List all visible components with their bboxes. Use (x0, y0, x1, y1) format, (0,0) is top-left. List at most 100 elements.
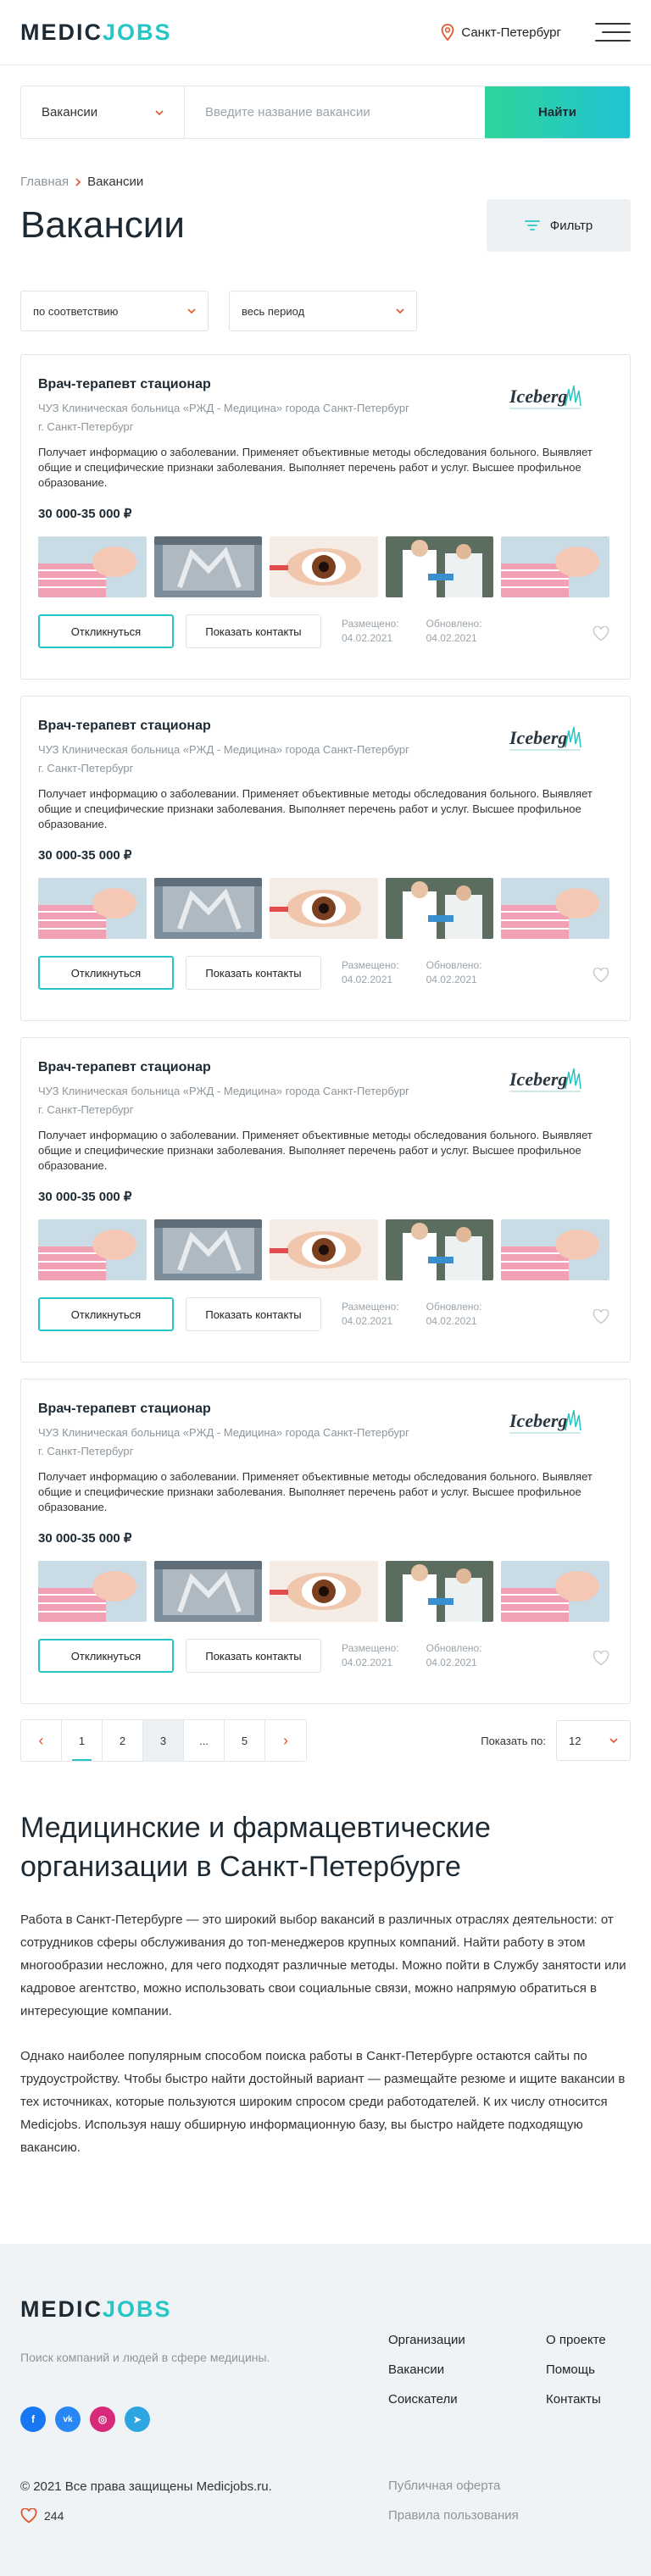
social-links: f vk ◎ ➤ (20, 2407, 150, 2432)
prev-page-button[interactable]: ‹ (21, 1720, 62, 1761)
photo-robot-surgery[interactable] (153, 536, 263, 597)
photo-robot-surgery[interactable] (153, 1219, 263, 1280)
footer-link-about[interactable]: О проекте (546, 2325, 606, 2355)
photo-vaccination[interactable] (38, 536, 147, 597)
per-page-label: Показать по: (481, 1734, 546, 1747)
show-contacts-button[interactable]: Показать контакты (186, 1639, 321, 1673)
employer-logo-text: Iceberg (509, 386, 567, 407)
footer-link-applicants[interactable]: Соискатели (388, 2384, 465, 2414)
photo-eye[interactable] (270, 536, 378, 597)
footer-link-contacts[interactable]: Контакты (546, 2384, 606, 2414)
page-3[interactable]: 3 (143, 1720, 184, 1761)
per-page-select[interactable]: 12 (556, 1720, 631, 1761)
posted-value: 04.02.2021 (342, 1315, 393, 1327)
photo-vaccination-2[interactable] (501, 1219, 609, 1280)
photo-vaccination-2[interactable] (501, 536, 609, 597)
posted-value: 04.02.2021 (342, 974, 393, 985)
sort-period-select[interactable]: весь период (229, 291, 417, 331)
respond-button[interactable]: Откликнуться (38, 956, 174, 990)
photo-eye[interactable] (270, 1219, 378, 1280)
vacancy-list: Врач-терапевт стационар ЧУЗ Клиническая … (20, 354, 631, 1704)
employer-logo-text: Iceberg (509, 727, 567, 748)
city-label: Санкт-Петербург (461, 25, 561, 40)
copyright: © 2021 Все права защищены Medicjobs.ru. (20, 2479, 272, 2494)
vacancy-description: Получает информацию о заболевании. Приме… (38, 1129, 593, 1172)
public-offer-link[interactable]: Публичная оферта (388, 2471, 519, 2501)
page-5[interactable]: 5 (225, 1720, 265, 1761)
footer-link-vacancies[interactable]: Вакансии (388, 2355, 465, 2384)
favorite-heart-icon[interactable] (593, 968, 609, 983)
breadcrumb: Главная Вакансии (20, 175, 631, 189)
city-selector[interactable]: Санкт-Петербург (441, 24, 561, 41)
updated-date: Обновлено: 04.02.2021 (426, 617, 482, 646)
title-row: Вакансии Фильтр (20, 199, 631, 252)
photo-lab[interactable] (385, 878, 494, 939)
page-ellipsis: ... (184, 1720, 225, 1761)
menu-button[interactable] (595, 23, 631, 42)
posted-label: Размещено: (342, 1642, 399, 1654)
vacancy-photos (38, 1561, 609, 1622)
photo-lab[interactable] (385, 536, 494, 597)
photo-vaccination[interactable] (38, 1219, 147, 1280)
employer-logo: Iceberg (509, 726, 581, 751)
show-contacts-button[interactable]: Показать контакты (186, 614, 321, 648)
footer-nav-col2: О проекте Помощь Контакты (546, 2325, 606, 2414)
photo-robot-surgery[interactable] (153, 878, 263, 939)
search-category-select[interactable]: Вакансии (21, 86, 185, 138)
photo-lab[interactable] (385, 1561, 494, 1622)
favorite-heart-icon[interactable] (593, 1309, 609, 1324)
chevron-left-icon: ‹ (38, 1731, 44, 1749)
org-name[interactable]: ЧУЗ Клиническая больница «РЖД - Медицина… (38, 743, 409, 756)
next-page-button[interactable]: › (265, 1720, 306, 1761)
footer-link-help[interactable]: Помощь (546, 2355, 606, 2384)
sort-relevance-value: по соответствию (33, 304, 119, 318)
photo-vaccination-2[interactable] (501, 1561, 609, 1622)
photo-robot-surgery[interactable] (153, 1561, 263, 1622)
favorite-heart-icon[interactable] (593, 1651, 609, 1666)
updated-date: Обновлено: 04.02.2021 (426, 1300, 482, 1329)
footer-logo-part1: MEDIC (20, 2296, 103, 2322)
vacancy-salary: 30 000-35 000 ₽ (38, 507, 132, 521)
photo-vaccination[interactable] (38, 1561, 147, 1622)
instagram-icon[interactable]: ◎ (90, 2407, 115, 2432)
page-2[interactable]: 2 (103, 1720, 143, 1761)
terms-link[interactable]: Правила пользования (388, 2501, 519, 2530)
updated-label: Обновлено: (426, 1301, 482, 1313)
org-name[interactable]: ЧУЗ Клиническая больница «РЖД - Медицина… (38, 1085, 409, 1097)
search-bar: Вакансии Найти (20, 86, 631, 139)
photo-vaccination-2[interactable] (501, 878, 609, 939)
facebook-icon[interactable]: f (20, 2407, 46, 2432)
posted-date: Размещено: 04.02.2021 (342, 958, 399, 987)
search-button[interactable]: Найти (485, 86, 630, 138)
footer-logo[interactable]: MEDICJOBS (20, 2296, 172, 2323)
filter-button[interactable]: Фильтр (487, 199, 631, 252)
posted-label: Размещено: (342, 959, 399, 971)
org-name[interactable]: ЧУЗ Клиническая больница «РЖД - Медицина… (38, 1426, 409, 1439)
likes-counter[interactable]: 244 (20, 2508, 64, 2523)
show-contacts-button[interactable]: Показать контакты (186, 956, 321, 990)
photo-eye[interactable] (270, 1561, 378, 1622)
respond-button[interactable]: Откликнуться (38, 1297, 174, 1331)
updated-date: Обновлено: 04.02.2021 (426, 1641, 482, 1670)
sort-relevance-select[interactable]: по соответствию (20, 291, 209, 331)
org-name[interactable]: ЧУЗ Клиническая больница «РЖД - Медицина… (38, 402, 409, 414)
show-contacts-button[interactable]: Показать контакты (186, 1297, 321, 1331)
vk-icon[interactable]: vk (55, 2407, 81, 2432)
telegram-icon[interactable]: ➤ (125, 2407, 150, 2432)
respond-button[interactable]: Откликнуться (38, 614, 174, 648)
employer-logo: Iceberg (509, 1068, 581, 1092)
footer-nav-col1: Организации Вакансии Соискатели (388, 2325, 465, 2414)
search-input[interactable] (185, 86, 485, 138)
org-city: г. Санкт-Петербург (38, 762, 134, 774)
chevron-down-icon (609, 1738, 618, 1743)
logo[interactable]: MEDICJOBS (20, 19, 172, 46)
photo-vaccination[interactable] (38, 878, 147, 939)
breadcrumb-home[interactable]: Главная (20, 175, 69, 189)
photo-eye[interactable] (270, 878, 378, 939)
vacancy-salary: 30 000-35 000 ₽ (38, 1531, 132, 1546)
footer-link-organizations[interactable]: Организации (388, 2325, 465, 2355)
photo-lab[interactable] (385, 1219, 494, 1280)
respond-button[interactable]: Откликнуться (38, 1639, 174, 1673)
favorite-heart-icon[interactable] (593, 626, 609, 641)
page-1[interactable]: 1 (62, 1720, 103, 1761)
